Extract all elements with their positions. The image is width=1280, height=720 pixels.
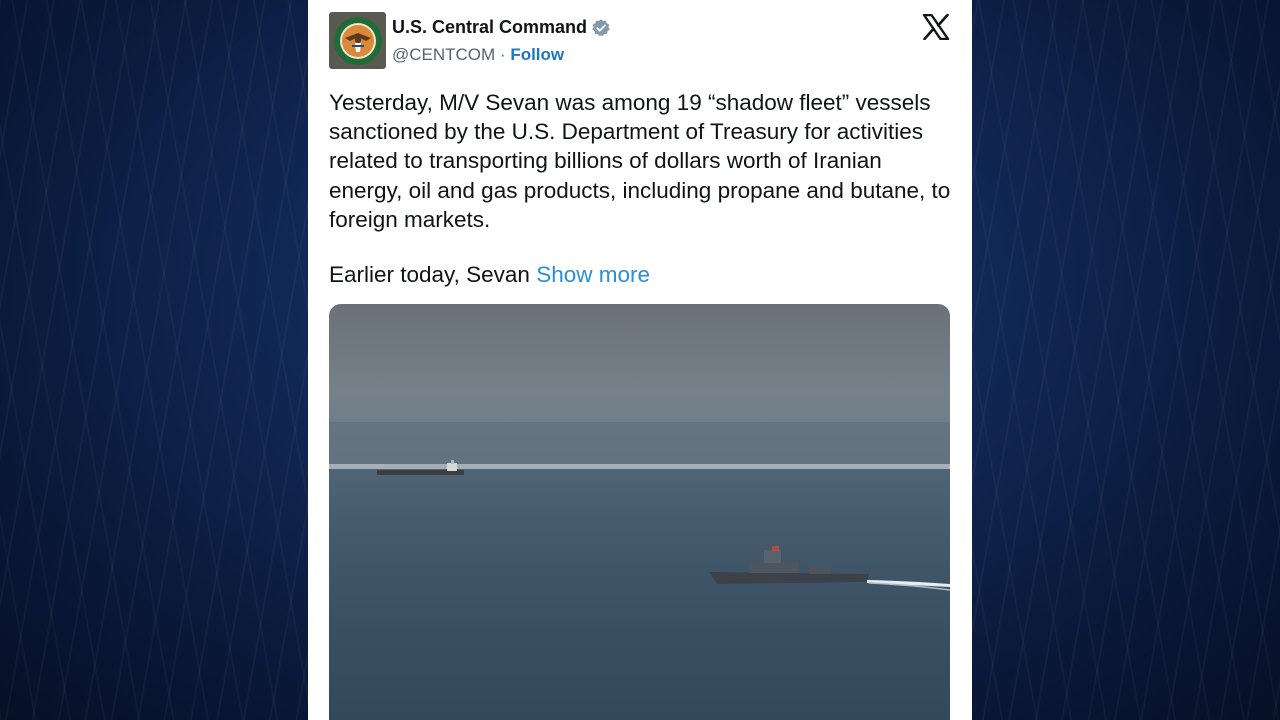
separator: · xyxy=(495,45,511,64)
avatar[interactable] xyxy=(329,12,386,69)
tweet-text-truncated: Earlier today, Sevan xyxy=(329,262,537,287)
tweet-photo[interactable] xyxy=(329,304,950,720)
author-name[interactable]: U.S. Central Command xyxy=(392,17,611,38)
tweet-text-continued: Earlier today, Sevan Show more xyxy=(329,262,650,288)
follow-button[interactable]: Follow xyxy=(510,45,564,64)
x-logo-icon[interactable] xyxy=(922,14,950,40)
author-name-text: U.S. Central Command xyxy=(392,17,588,37)
handle-row: @CENTCOM · Follow xyxy=(392,45,564,65)
handle[interactable]: @CENTCOM xyxy=(392,45,495,64)
ships-at-sea-image xyxy=(329,304,950,720)
tweet-card: U.S. Central Command @CENTCOM · Follow Y… xyxy=(308,0,972,720)
show-more-link[interactable]: Show more xyxy=(536,262,650,287)
centcom-seal-icon xyxy=(333,16,382,65)
verified-badge-icon xyxy=(592,18,610,36)
tweet-text: Yesterday, M/V Sevan was among 19 “shado… xyxy=(329,90,951,232)
